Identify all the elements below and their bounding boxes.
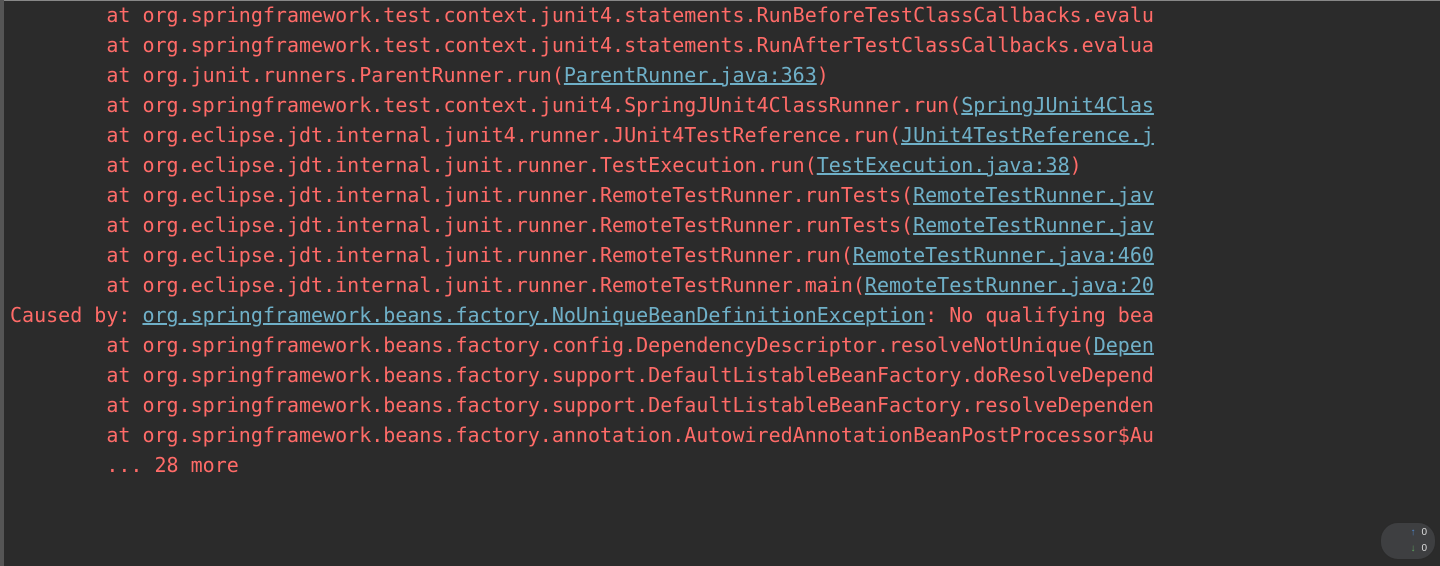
more-frames-line: ... 28 more: [10, 450, 1440, 480]
closing-paren: ): [817, 63, 829, 87]
at-keyword: at: [106, 423, 142, 447]
source-link[interactable]: RemoteTestRunner.java:20: [865, 273, 1154, 297]
lines-line: at org.springframework.test.context.juni…: [10, 30, 1440, 60]
lines-line: at org.eclipse.jdt.internal.junit.runner…: [10, 150, 1440, 180]
at-keyword: at: [106, 273, 142, 297]
stack-frame-text: org.eclipse.jdt.internal.junit.runner.Re…: [142, 243, 852, 267]
cause_lines-line: at org.springframework.beans.factory.sup…: [10, 390, 1440, 420]
source-link[interactable]: TestExecution.java:38: [817, 153, 1070, 177]
stack-frame-text: org.eclipse.jdt.internal.junit4.runner.J…: [142, 123, 901, 147]
at-keyword: at: [106, 93, 142, 117]
stack-frame-text: org.springframework.test.context.junit4.…: [142, 33, 1153, 57]
at-keyword: at: [106, 213, 142, 237]
closing-paren: ): [1070, 153, 1082, 177]
lines-line: at org.eclipse.jdt.internal.junit.runner…: [10, 180, 1440, 210]
at-keyword: at: [106, 33, 142, 57]
exception-class-link[interactable]: org.springframework.beans.factory.NoUniq…: [142, 303, 925, 327]
at-keyword: at: [106, 123, 142, 147]
indicator-down-count: 0: [1421, 534, 1427, 564]
at-keyword: at: [106, 183, 142, 207]
lines-line: at org.eclipse.jdt.internal.junit4.runne…: [10, 120, 1440, 150]
lines-line: at org.springframework.test.context.juni…: [10, 90, 1440, 120]
stack-frame-text: org.springframework.beans.factory.config…: [142, 333, 1093, 357]
stack-frame-text: org.eclipse.jdt.internal.junit.runner.Re…: [142, 183, 913, 207]
source-link[interactable]: RemoteTestRunner.jav: [913, 213, 1154, 237]
at-keyword: at: [106, 243, 142, 267]
arrow-up-icon[interactable]: ↑: [1410, 528, 1415, 538]
stack-frame-text: org.junit.runners.ParentRunner.run(: [142, 63, 563, 87]
console-gutter: [0, 0, 4, 566]
source-link[interactable]: JUnit4TestReference.j: [901, 123, 1154, 147]
stack-frame-text: org.springframework.test.context.junit4.…: [142, 93, 961, 117]
lines-line: at org.eclipse.jdt.internal.junit.runner…: [10, 270, 1440, 300]
stack-frame-text: org.eclipse.jdt.internal.junit.runner.Re…: [142, 213, 913, 237]
stack-frame-text: org.eclipse.jdt.internal.junit.runner.Re…: [142, 273, 864, 297]
exception-message: : No qualifying bea: [925, 303, 1154, 327]
at-keyword: at: [106, 3, 142, 27]
more-frames-text: ... 28 more: [106, 453, 238, 477]
stack-frame-text: org.springframework.beans.factory.annota…: [142, 423, 1153, 447]
caused-by-line: Caused by: org.springframework.beans.fac…: [10, 300, 1440, 330]
source-link[interactable]: ParentRunner.java:363: [564, 63, 817, 87]
source-link[interactable]: SpringJUnit4Clas: [961, 93, 1154, 117]
at-keyword: at: [106, 393, 142, 417]
source-link[interactable]: RemoteTestRunner.jav: [913, 183, 1154, 207]
console-output: at org.springframework.test.context.juni…: [10, 0, 1440, 566]
stack-frame-text: org.eclipse.jdt.internal.junit.runner.Te…: [142, 153, 816, 177]
lines-line: at org.eclipse.jdt.internal.junit.runner…: [10, 240, 1440, 270]
lines-line: at org.eclipse.jdt.internal.junit.runner…: [10, 210, 1440, 240]
at-keyword: at: [106, 63, 142, 87]
caused-by-label: Caused by:: [10, 303, 142, 327]
arrow-down-icon[interactable]: ↓: [1410, 544, 1415, 554]
stack-frame-text: org.springframework.test.context.junit4.…: [142, 3, 1153, 27]
stack-frame-text: org.springframework.beans.factory.suppor…: [142, 393, 1153, 417]
stack-frame-text: org.springframework.beans.factory.suppor…: [142, 363, 1153, 387]
at-keyword: at: [106, 153, 142, 177]
cause_lines-line: at org.springframework.beans.factory.ann…: [10, 420, 1440, 450]
problem-indicator[interactable]: ↑ 0 ↓ 0: [1380, 522, 1436, 560]
lines-line: at org.junit.runners.ParentRunner.run(Pa…: [10, 60, 1440, 90]
lines-line: at org.springframework.test.context.juni…: [10, 0, 1440, 30]
at-keyword: at: [106, 363, 142, 387]
at-keyword: at: [106, 333, 142, 357]
source-link[interactable]: RemoteTestRunner.java:460: [853, 243, 1154, 267]
source-link[interactable]: Depen: [1094, 333, 1154, 357]
cause_lines-line: at org.springframework.beans.factory.con…: [10, 330, 1440, 360]
cause_lines-line: at org.springframework.beans.factory.sup…: [10, 360, 1440, 390]
